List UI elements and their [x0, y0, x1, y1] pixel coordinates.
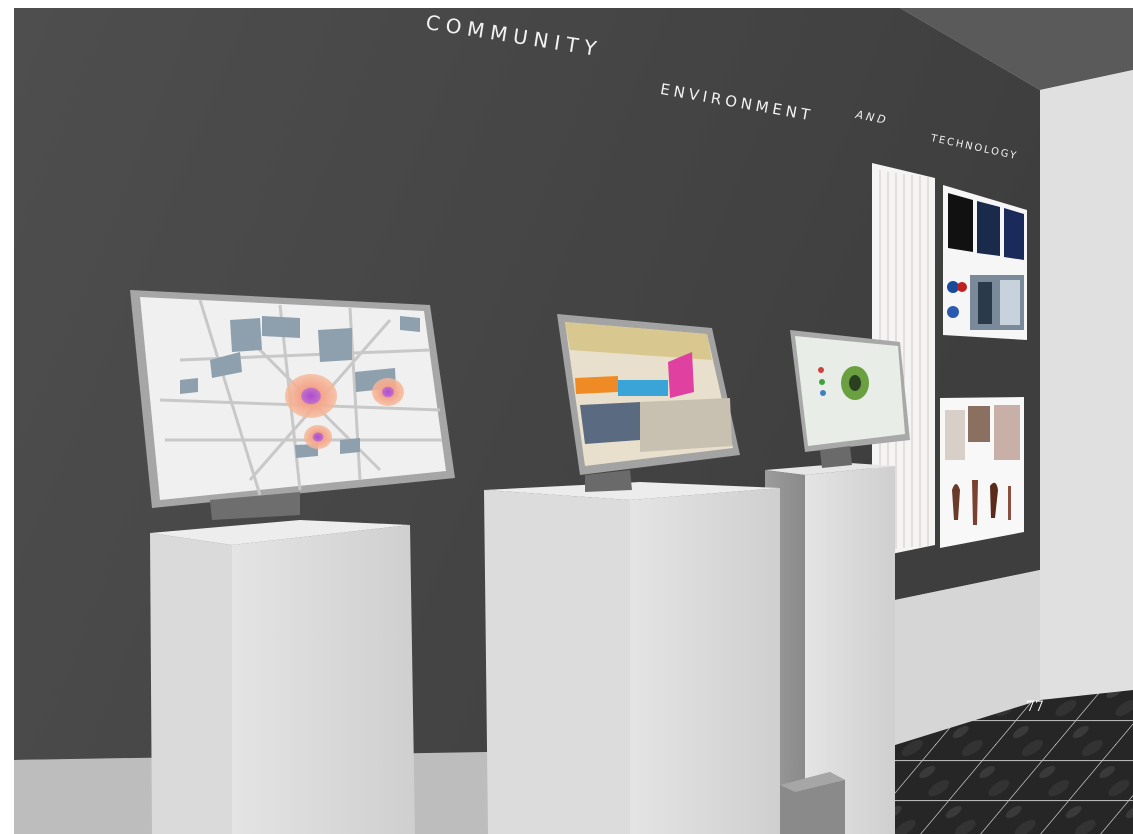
- artifact-wall-panel: [940, 397, 1024, 548]
- exhibition-render: COMMUNITY ENVIRONMENT AND TECHNOLOGY 77: [0, 0, 1133, 834]
- page-number: 77: [1026, 699, 1044, 715]
- scene-illustration: [0, 0, 1133, 834]
- video-wall-panel: [943, 185, 1027, 340]
- map-hotspot[interactable]: [285, 374, 337, 418]
- map-hotspot[interactable]: [304, 425, 332, 449]
- pedestal-1: [150, 520, 415, 834]
- map-hotspot[interactable]: [372, 378, 404, 406]
- pedestal-2: [484, 482, 780, 834]
- side-wall: [1040, 70, 1133, 700]
